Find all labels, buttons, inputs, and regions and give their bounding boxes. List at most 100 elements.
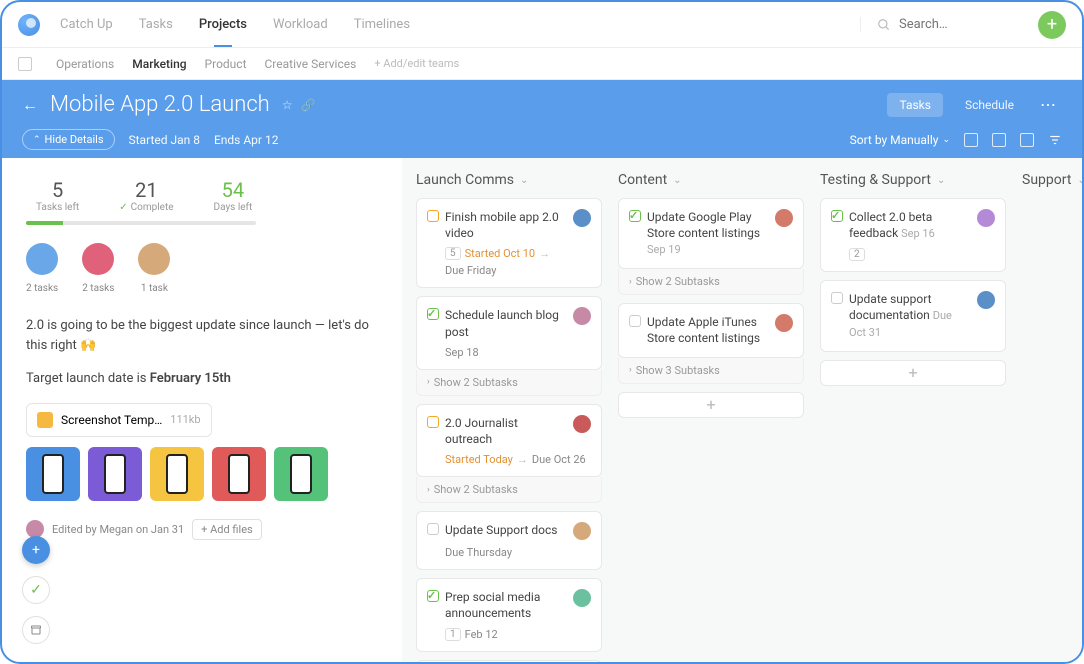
complete-num: 21 [119,178,173,202]
view-schedule[interactable]: Schedule [955,93,1024,117]
task-checkbox[interactable] [427,523,439,535]
column-header[interactable]: Support⌄ [1022,172,1082,188]
team-marketing[interactable]: Marketing [132,57,186,71]
add-button[interactable]: + [1038,11,1066,39]
nav-projects[interactable]: Projects [199,3,247,46]
quick-add-button[interactable]: + [22,536,50,564]
chevron-down-icon: ⌄ [1077,175,1082,186]
task-checkbox[interactable] [427,590,439,602]
task-title: Update Google Play Store content listing… [647,209,769,258]
layout-list-icon[interactable] [964,133,978,147]
task-card[interactable]: Schedule launch blog postSep 18 [416,296,602,369]
tasks-left-label: Tasks left [36,202,79,213]
add-card-button[interactable]: + [820,360,1006,386]
search-input[interactable] [899,17,1009,32]
thumbnail[interactable] [26,447,80,501]
task-title: Update Apple iTunes Store content listin… [647,314,769,346]
assignee-avatar[interactable] [573,307,591,325]
show-subtasks[interactable]: ›Show 3 Subtasks [618,358,804,384]
sort-dropdown[interactable]: Sort by Manually ⌄ [850,133,950,147]
file-attachment[interactable]: Screenshot Temp… 111kb [26,403,212,437]
task-checkbox[interactable] [831,210,843,222]
add-card-button[interactable]: + [618,392,804,418]
layout-board-icon[interactable] [992,133,1006,147]
team-product[interactable]: Product [205,57,247,71]
assignee-avatar[interactable] [977,291,995,309]
assignee-task-count: 2 tasks [26,283,58,294]
show-subtasks[interactable]: ›Show 2 Subtasks [618,269,804,295]
more-menu-icon[interactable]: ⋯ [1036,95,1062,114]
add-card-button[interactable]: + [416,660,602,663]
add-edit-teams[interactable]: + Add/edit teams [374,57,459,70]
nav-tasks[interactable]: Tasks [139,3,173,46]
back-arrow-icon[interactable]: ← [22,95,38,115]
show-subtasks[interactable]: ›Show 2 Subtasks [416,370,602,396]
assignee-avatar[interactable] [573,589,591,607]
add-files-button[interactable]: + Add files [192,519,262,540]
thumbnail[interactable] [88,447,142,501]
assignee-task-count: 1 task [138,283,170,294]
task-card[interactable]: 2.0 Journalist outreachStarted Today → D… [416,404,602,477]
kanban-board: Launch Comms⌄ Finish mobile app 2.0 video… [402,158,1082,662]
chevron-right-icon: › [427,377,430,387]
nav-workload[interactable]: Workload [273,3,328,46]
started-date: Started Jan 8 [129,133,200,147]
chevron-right-icon: › [629,365,632,375]
layout-panel-icon[interactable] [1020,133,1034,147]
app-logo[interactable] [18,14,40,36]
task-card[interactable]: Update support documentation Due Oct 31 [820,280,1006,352]
column-header[interactable]: Testing & Support⌄ [820,172,1006,188]
task-card[interactable]: Prep social media announcements1Feb 12 [416,578,602,651]
archive-button[interactable] [22,616,50,644]
assignee-avatar[interactable] [82,243,114,275]
progress-bar [26,221,256,225]
assignee-avatar[interactable] [138,243,170,275]
chevron-right-icon: › [629,277,632,287]
task-checkbox[interactable] [629,210,641,222]
team-creative-services[interactable]: Creative Services [265,57,357,71]
nav-timelines[interactable]: Timelines [354,3,410,46]
ends-date: Ends Apr 12 [214,133,278,147]
column-header[interactable]: Content⌄ [618,172,804,188]
task-checkbox[interactable] [629,315,641,327]
view-tasks[interactable]: Tasks [887,93,943,117]
task-card[interactable]: Finish mobile app 2.0 video5Started Oct … [416,198,602,288]
thumbnail[interactable] [274,447,328,501]
task-checkbox[interactable] [427,416,439,428]
column-header[interactable]: Launch Comms⌄ [416,172,602,188]
task-checkbox[interactable] [831,292,843,304]
thumbnail[interactable] [150,447,204,501]
filter-icon[interactable] [1048,133,1062,147]
task-meta: 2 [849,248,995,261]
checkmark-button[interactable]: ✓ [22,576,50,604]
task-card[interactable]: Update Apple iTunes Store content listin… [618,303,804,357]
assignee-avatar[interactable] [26,243,58,275]
column-support: Support⌄ [1022,172,1082,648]
thumbnail[interactable] [212,447,266,501]
hide-details-button[interactable]: ⌃ Hide Details [22,129,115,150]
task-card[interactable]: Collect 2.0 beta feedback Sep 162 [820,198,1006,272]
search-box[interactable] [860,17,1030,32]
subtask-count-badge: 1 [445,628,461,641]
teams-row: Operations Marketing Product Creative Servi… [2,48,1082,80]
assignee-avatar[interactable] [573,415,591,433]
assignee-avatar[interactable] [573,209,591,227]
left-rail: + ✓ [22,536,50,644]
task-checkbox[interactable] [427,210,439,222]
task-meta: Due Thursday [445,546,591,559]
assignee-avatar[interactable] [977,209,995,227]
nav-catch-up[interactable]: Catch Up [60,3,113,46]
column-launch-comms: Launch Comms⌄ Finish mobile app 2.0 video… [416,172,602,648]
task-card[interactable]: Update Google Play Store content listing… [618,198,804,269]
assignee-avatar[interactable] [775,209,793,227]
assignee-avatar[interactable] [573,522,591,540]
star-icon[interactable]: ☆ [282,98,293,112]
show-subtasks[interactable]: ›Show 2 Subtasks [416,477,602,503]
assignee-avatar[interactable] [775,314,793,332]
task-card[interactable]: Update Support docsDue Thursday [416,511,602,570]
task-checkbox[interactable] [427,308,439,320]
panel-toggle-icon[interactable] [18,57,32,71]
team-operations[interactable]: Operations [56,57,114,71]
task-title: Prep social media announcements [445,589,567,621]
link-icon[interactable]: 🔗 [301,98,316,112]
